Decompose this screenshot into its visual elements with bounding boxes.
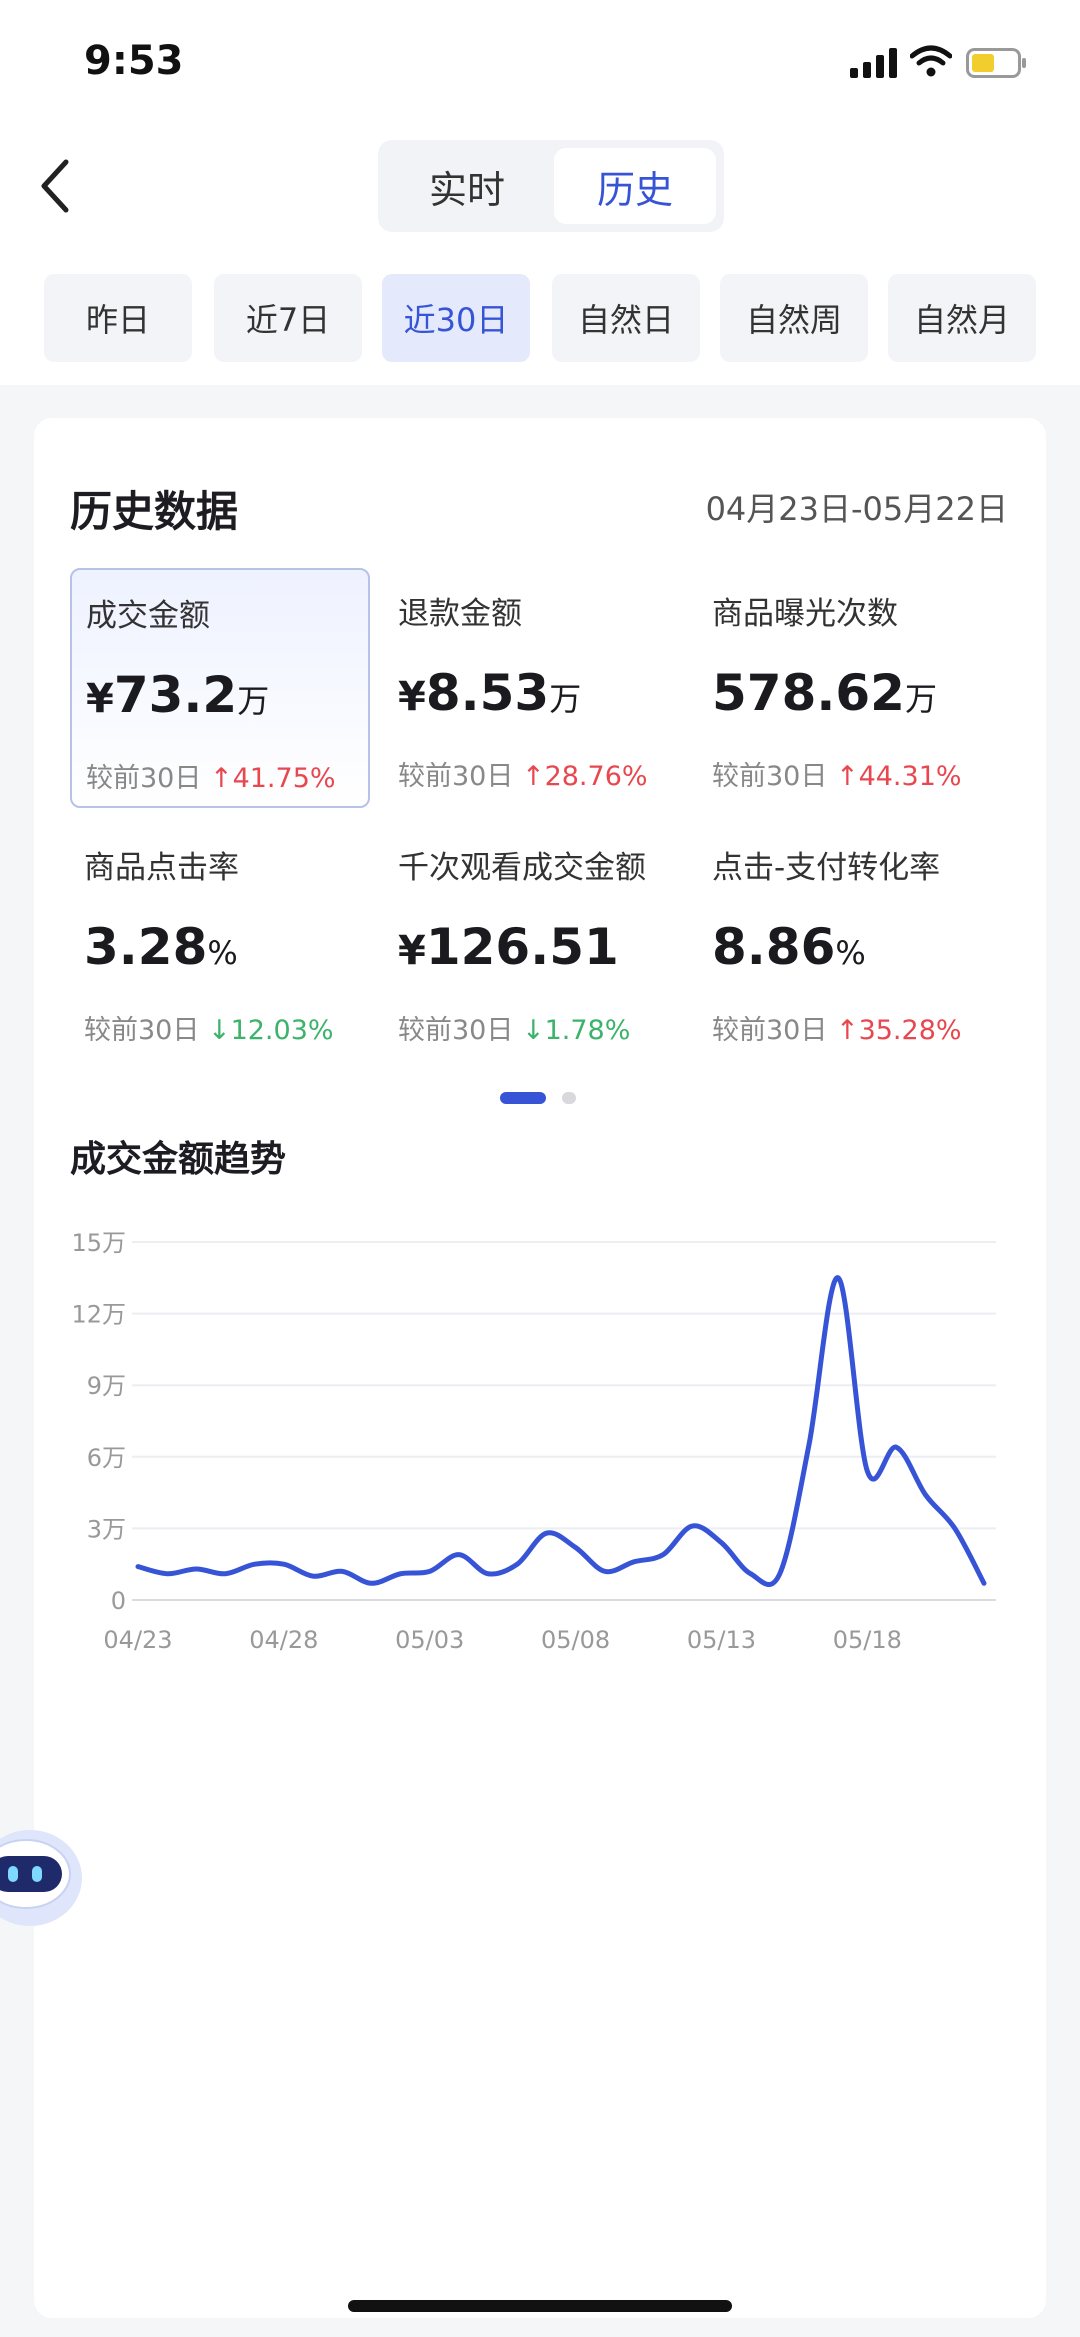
x-tick-label: 04/23 [103,1626,172,1654]
metric-refund[interactable]: 退款金额 ¥8.53万 较前30日 ↑28.76% [384,568,684,808]
y-tick-label: 0 [111,1587,126,1615]
arrow-down-icon: ↓ [521,1015,545,1046]
metric-compare: 较前30日 ↓12.03% [84,1015,334,1046]
date-range: 04月23日-05月22日 [705,490,1008,528]
metric-compare: 较前30日 ↑44.31% [712,761,962,792]
metric-exposure[interactable]: 商品曝光次数 578.62万 较前30日 ↑44.31% [698,568,998,808]
metric-gpm[interactable]: 千次观看成交金额 ¥126.51 较前30日 ↓1.78% [384,822,684,1062]
x-tick-label: 05/03 [395,1626,464,1654]
y-tick-label: 3万 [87,1515,126,1543]
filter-natural-week[interactable]: 自然周 [720,274,868,362]
arrow-down-icon: ↓ [207,1015,231,1046]
gmv-trend-chart: 0 3万 6万 9万 12万 15万 04/23 04/28 05/03 05/08 05/13 05… [71,1229,996,1654]
x-tick-label: 05/13 [687,1626,756,1654]
metric-value: 8.86% [712,918,866,976]
metric-value: 578.62万 [712,664,937,722]
x-tick-label: 05/18 [833,1626,902,1654]
tab-realtime[interactable]: 实时 [386,148,548,224]
section-title: 历史数据 [70,487,239,536]
metric-label: 点击-支付转化率 [712,850,941,886]
metric-compare: 较前30日 ↓1.78% [398,1015,631,1046]
filter-natural-day[interactable]: 自然日 [552,274,700,362]
home-indicator[interactable] [348,2300,732,2312]
metric-value: ¥73.2万 [86,666,270,724]
page-dot-active [500,1092,546,1104]
filter-last-30-days[interactable]: 近30日 [382,274,530,362]
metric-conversion[interactable]: 点击-支付转化率 8.86% 较前30日 ↑35.28% [698,822,998,1062]
metric-ctr[interactable]: 商品点击率 3.28% 较前30日 ↓12.03% [70,822,370,1062]
metric-compare: 较前30日 ↑41.75% [86,763,336,794]
mode-switch: 实时 历史 [378,140,724,232]
metric-value: ¥126.51 [398,918,619,976]
metric-label: 商品点击率 [84,850,239,886]
trend-title: 成交金额趋势 [70,1139,287,1180]
metric-value: 3.28% [84,918,238,976]
assistant-robot-icon[interactable] [0,1808,86,1938]
arrow-up-icon: ↑ [835,1015,859,1046]
filter-natural-month[interactable]: 自然月 [888,274,1036,362]
status-time: 9:53 [84,38,184,84]
metric-label: 千次观看成交金额 [398,850,646,886]
x-tick-label: 04/28 [249,1626,318,1654]
y-tick-label: 9万 [87,1372,126,1400]
filter-yesterday[interactable]: 昨日 [44,274,192,362]
history-card: 历史数据 04月23日-05月22日 成交金额 ¥73.2万 较前30日 ↑41… [34,418,1046,2318]
back-arrow-icon[interactable] [30,156,80,216]
metric-compare: 较前30日 ↑28.76% [398,761,648,792]
y-tick-label: 12万 [71,1301,126,1329]
metric-gmv[interactable]: 成交金额 ¥73.2万 较前30日 ↑41.75% [70,568,370,808]
filter-last-7-days[interactable]: 近7日 [214,274,362,362]
battery-icon [966,48,1026,78]
wifi-icon [910,45,952,77]
tab-history[interactable]: 历史 [554,148,716,224]
page-dot [562,1092,576,1104]
cellular-signal-icon [850,48,897,78]
arrow-up-icon: ↑ [521,761,545,792]
metric-label: 商品曝光次数 [712,596,898,632]
arrow-up-icon: ↑ [835,761,859,792]
y-tick-label: 15万 [71,1229,126,1257]
x-tick-label: 05/08 [541,1626,610,1654]
y-tick-label: 6万 [87,1444,126,1472]
metric-label: 退款金额 [398,596,522,632]
series-line [135,1275,987,1587]
metric-value: ¥8.53万 [398,664,582,722]
metric-label: 成交金额 [86,598,210,634]
metric-compare: 较前30日 ↑35.28% [712,1015,962,1046]
arrow-up-icon: ↑ [209,763,233,794]
